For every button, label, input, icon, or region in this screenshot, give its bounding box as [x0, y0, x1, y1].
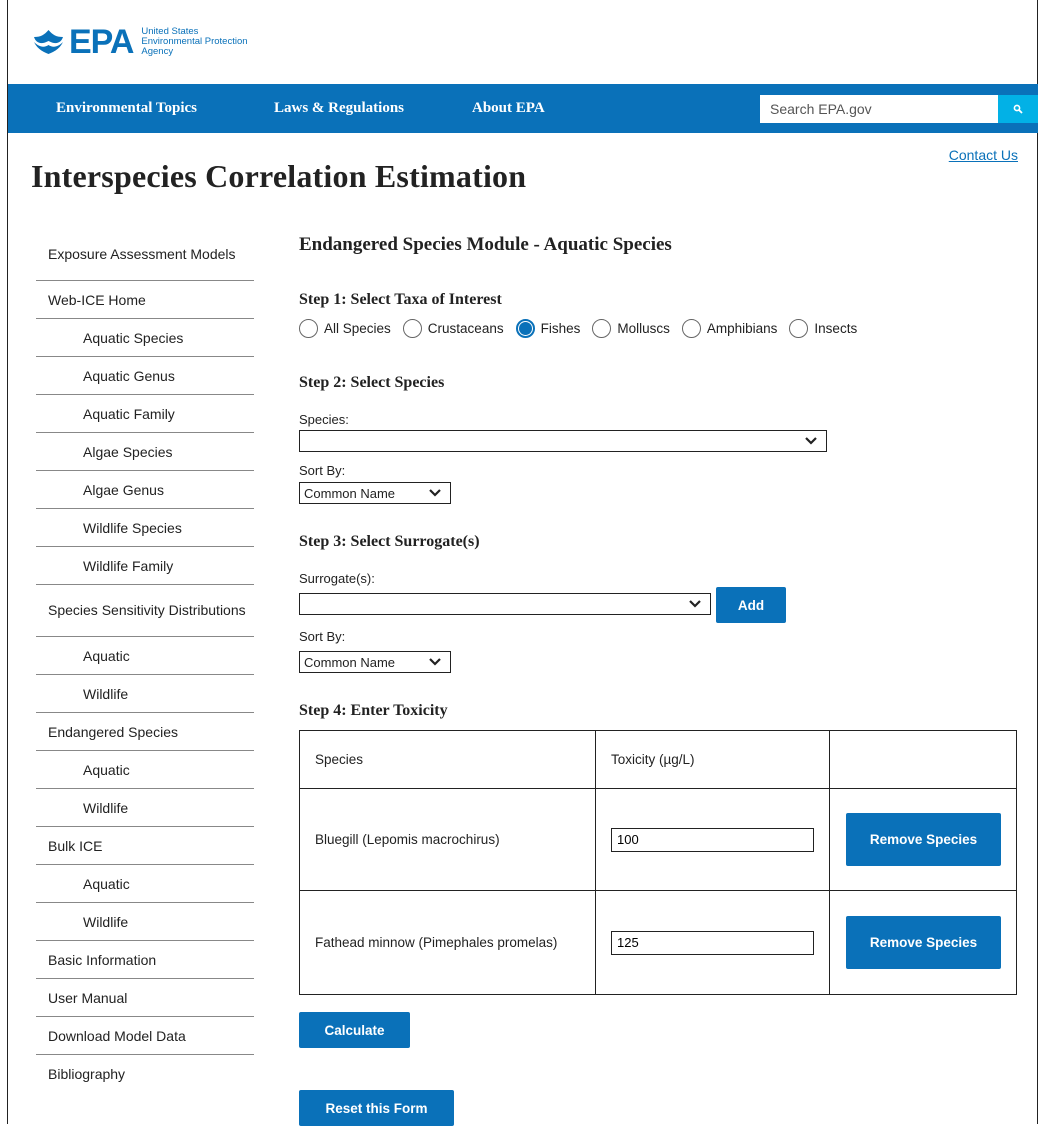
add-surrogate-button[interactable]: Add [716, 587, 786, 623]
radio-molluscs[interactable]: Molluscs [592, 319, 670, 338]
sidebar-item-download-model-data[interactable]: Download Model Data [36, 1017, 254, 1055]
column-header-actions [829, 730, 1017, 789]
page-title: Interspecies Correlation Estimation [31, 158, 527, 194]
search-button[interactable] [998, 95, 1038, 123]
toxicity-input[interactable] [611, 827, 814, 852]
radio-button[interactable] [402, 319, 422, 338]
sidebar-item-es-wildlife[interactable]: Wildlife [36, 789, 254, 827]
column-header-species: Species [299, 730, 596, 789]
step1-heading: Step 1: Select Taxa of Interest [299, 291, 502, 308]
action-cell: Remove Species [829, 788, 1017, 891]
species-select[interactable] [299, 430, 827, 452]
nav-about-epa[interactable]: About EPA [472, 100, 545, 117]
table-row: Bluegill (Lepomis macrochirus) Remove Sp… [299, 788, 1017, 891]
species-cell: Fathead minnow (Pimephales promelas) [299, 890, 596, 995]
sidebar-item-wildlife-family[interactable]: Wildlife Family [36, 547, 254, 585]
table-header-row: Species Toxicity (µg/L) [299, 730, 1017, 789]
chevron-down-icon [805, 437, 817, 445]
sidebar-item-endangered-species[interactable]: Endangered Species [36, 713, 254, 751]
sidebar-item-aquatic-species[interactable]: Aquatic Species [36, 319, 254, 357]
sidebar-item-bibliography[interactable]: Bibliography [36, 1055, 254, 1093]
nav-environmental-topics[interactable]: Environmental Topics [56, 100, 197, 117]
sidebar-item-ssd-aquatic[interactable]: Aquatic [36, 637, 254, 675]
calculate-button[interactable]: Calculate [299, 1012, 410, 1048]
sidebar-item-bulk-wildlife[interactable]: Wildlife [36, 903, 254, 941]
radio-insects[interactable]: Insects [789, 319, 857, 338]
nav-laws-regulations[interactable]: Laws & Regulations [274, 100, 404, 117]
step4-heading: Step 4: Enter Toxicity [299, 702, 448, 719]
sidebar-item-species-sensitivity-distributions[interactable]: Species Sensitivity Distributions [36, 585, 254, 637]
radio-crustaceans[interactable]: Crustaceans [402, 319, 504, 338]
step2-heading: Step 2: Select Species [299, 374, 445, 391]
radio-button[interactable] [681, 319, 701, 338]
logo-agency-name: United States Environmental Protection A… [141, 26, 248, 57]
epa-logo[interactable]: EPA United States Environmental Protecti… [32, 25, 248, 59]
radio-button-selected[interactable] [515, 319, 535, 338]
taxa-radio-group: All Species Crustaceans Fishes Molluscs … [299, 319, 869, 338]
species-label: Species: [299, 412, 349, 427]
sidebar-item-algae-species[interactable]: Algae Species [36, 433, 254, 471]
radio-fishes[interactable]: Fishes [515, 319, 580, 338]
search-input[interactable] [760, 95, 998, 123]
contact-us-link[interactable]: Contact Us [949, 147, 1018, 163]
toxicity-cell [595, 890, 830, 995]
module-heading: Endangered Species Module - Aquatic Spec… [299, 234, 672, 255]
search-icon [1013, 104, 1023, 114]
radio-amphibians[interactable]: Amphibians [681, 319, 777, 338]
remove-species-button[interactable]: Remove Species [846, 813, 1001, 866]
surrogate-label: Surrogate(s): [299, 571, 375, 586]
sidebar-item-algae-genus[interactable]: Algae Genus [36, 471, 254, 509]
table-row: Fathead minnow (Pimephales promelas) Rem… [299, 890, 1017, 995]
sidebar-item-aquatic-family[interactable]: Aquatic Family [36, 395, 254, 433]
sidebar-item-aquatic-genus[interactable]: Aquatic Genus [36, 357, 254, 395]
sidebar-item-basic-information[interactable]: Basic Information [36, 941, 254, 979]
chevron-down-icon [429, 489, 441, 497]
chevron-down-icon [689, 600, 701, 608]
sort-by-label-2: Sort By: [299, 629, 346, 644]
radio-button[interactable] [299, 319, 318, 338]
radio-all-species[interactable]: All Species [299, 319, 391, 338]
sidebar-item-es-aquatic[interactable]: Aquatic [36, 751, 254, 789]
column-header-toxicity: Toxicity (µg/L) [595, 730, 830, 789]
step3-heading: Step 3: Select Surrogate(s) [299, 533, 480, 550]
surrogate-select[interactable] [299, 593, 711, 615]
radio-button[interactable] [592, 319, 612, 338]
action-cell: Remove Species [829, 890, 1017, 995]
chevron-down-icon [429, 658, 441, 666]
species-cell: Bluegill (Lepomis macrochirus) [299, 788, 596, 891]
sort-by-label: Sort By: [299, 463, 346, 478]
sidebar-item-web-ice-home[interactable]: Web-ICE Home [36, 281, 254, 319]
sidebar-item-bulk-ice[interactable]: Bulk ICE [36, 827, 254, 865]
remove-species-button[interactable]: Remove Species [846, 916, 1001, 969]
sort-by-select[interactable]: Common Name [299, 482, 451, 504]
sidebar-nav: Exposure Assessment Models Web-ICE Home … [36, 229, 254, 1093]
reset-form-button[interactable]: Reset this Form [299, 1090, 454, 1126]
toxicity-input[interactable] [611, 930, 814, 955]
epa-flower-icon [34, 30, 63, 54]
toxicity-table: Species Toxicity (µg/L) Bluegill (Lepomi… [299, 730, 1017, 995]
sidebar-item-bulk-aquatic[interactable]: Aquatic [36, 865, 254, 903]
sidebar-item-user-manual[interactable]: User Manual [36, 979, 254, 1017]
toxicity-cell [595, 788, 830, 891]
sidebar-item-ssd-wildlife[interactable]: Wildlife [36, 675, 254, 713]
sidebar-item-wildlife-species[interactable]: Wildlife Species [36, 509, 254, 547]
radio-button[interactable] [789, 319, 809, 338]
sidebar-item-exposure-assessment-models[interactable]: Exposure Assessment Models [36, 229, 254, 281]
sort-by-select-2[interactable]: Common Name [299, 651, 451, 673]
logo-wordmark: EPA [69, 23, 134, 61]
main-navbar: Environmental Topics Laws & Regulations … [8, 84, 1038, 133]
